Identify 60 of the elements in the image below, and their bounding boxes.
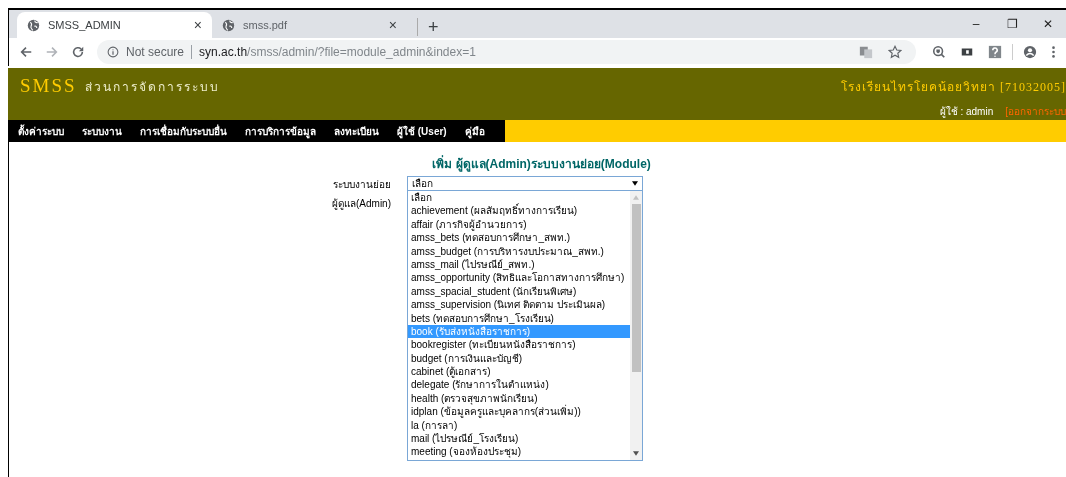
profile-icon[interactable]: [1023, 45, 1037, 59]
dropdown-option[interactable]: amss_spacial_student (นักเรียนพิเศษ): [408, 284, 630, 299]
dropdown-option[interactable]: delegate (รักษาการในตำแหน่ง): [408, 378, 630, 392]
menu-icon[interactable]: [1051, 45, 1056, 59]
menu-item[interactable]: การเชื่อมกับระบบอื่น: [140, 123, 227, 139]
globe-icon: [27, 18, 40, 32]
site-logo: SMSS: [20, 75, 77, 97]
menu-item[interactable]: ระบบงาน: [82, 123, 122, 139]
browser-tab[interactable]: SMSS_ADMIN ×: [17, 12, 212, 38]
help-icon[interactable]: [988, 45, 1002, 59]
module-dropdown[interactable]: เลือก: [407, 176, 643, 191]
dropdown-option[interactable]: amss_opportunity (สิทธิและโอกาสทางการศึกษา): [408, 271, 630, 285]
info-icon[interactable]: [107, 46, 119, 58]
star-icon[interactable]: [888, 45, 902, 59]
browser-tab[interactable]: smss.pdf ×: [212, 12, 407, 38]
dropdown-option[interactable]: meeting (จองห้องประชุม): [408, 445, 630, 459]
url-text: syn.ac.th/smss/admin/?file=module_admin&index=1: [199, 45, 476, 59]
close-icon[interactable]: ×: [193, 17, 202, 33]
translate-icon[interactable]: [859, 45, 873, 59]
dropdown-option[interactable]: health (ตรวจสุขภาพนักเรียน): [408, 391, 630, 406]
new-tab-button[interactable]: +: [417, 18, 439, 36]
dropdown-option[interactable]: mail (ไปรษณีย์_โรงเรียน): [408, 432, 630, 446]
scroll-down-icon[interactable]: [633, 451, 639, 456]
caret-icon[interactable]: [632, 181, 638, 186]
field-label: ผู้ดูแล(Admin): [332, 197, 391, 211]
menu-item[interactable]: ผู้ใช้ (User): [397, 123, 447, 139]
field-label: ระบบงานย่อย: [333, 178, 391, 192]
dropdown-option[interactable]: achievement (ผลสัมฤทธิ์ทางการเรียน): [408, 204, 630, 218]
scrollbar[interactable]: [630, 191, 642, 460]
reload-icon[interactable]: [71, 45, 85, 59]
close-icon[interactable]: ×: [388, 17, 397, 33]
site-title: ส่วนการจัดการระบบ: [84, 78, 220, 96]
dropdown-option[interactable]: bets (ทดสอบการศึกษา_โรงเรียน): [408, 311, 630, 325]
menu-item[interactable]: ลงทะเบียน: [334, 123, 379, 139]
user-label: ผู้ใช้ : admin: [939, 105, 994, 119]
tab-title: smss.pdf: [243, 19, 288, 31]
tab-title: SMSS_ADMIN: [48, 19, 122, 31]
security-label: Not secure: [126, 45, 185, 59]
dropdown-option[interactable]: bookregister (ทะเบียนหนังสือราชการ): [408, 338, 630, 352]
window-control[interactable]: ✕: [1030, 17, 1066, 31]
dropdown-option[interactable]: idplan (ข้อมูลครูและบุคลากร(ส่วนเพิ่ม)): [408, 405, 630, 419]
back-icon[interactable]: [19, 45, 33, 59]
shield-search-icon[interactable]: [932, 45, 946, 59]
dropdown-option[interactable]: amss_supervision (นิเทศ ติดตาม ประเมินผล): [408, 298, 630, 312]
dropdown-option[interactable]: amss_bets (ทดสอบการศึกษา_สพท.): [408, 231, 630, 245]
dropdown-option[interactable]: affair (ภารกิจผู้อำนวยการ): [408, 217, 630, 232]
form-heading: เพิ่ม ผู้ดูแล(Admin)ระบบงานย่อย(Module): [431, 154, 652, 170]
globe-icon: [222, 18, 235, 32]
menu-item[interactable]: คู่มือ: [464, 123, 485, 139]
menu-item[interactable]: ตั้งค่าระบบ: [18, 123, 64, 139]
window-control[interactable]: –: [958, 17, 994, 31]
dropdown-option[interactable]: cabinet (ตู้เอกสาร): [408, 365, 630, 379]
dropdown-option[interactable]: amss_budget (การบริหารงบประมาณ_สพท.): [408, 244, 630, 258]
menu-item[interactable]: การบริการข้อมูล: [245, 123, 316, 139]
window-control[interactable]: ❐: [994, 17, 1030, 31]
address-bar[interactable]: Not secure syn.ac.th/smss/admin/?file=module_admin&index=1: [97, 40, 916, 64]
dropdown-option[interactable]: budget (การเงินและบัญชี): [408, 351, 630, 366]
dropdown-option[interactable]: amss_mail (ไปรษณีย์_สพท.): [408, 257, 630, 272]
school-name: โรงเรียนไทรโยคน้อยวิทยา [71032005]: [841, 78, 1066, 96]
dropdown-option[interactable]: la (การลา): [408, 418, 630, 433]
